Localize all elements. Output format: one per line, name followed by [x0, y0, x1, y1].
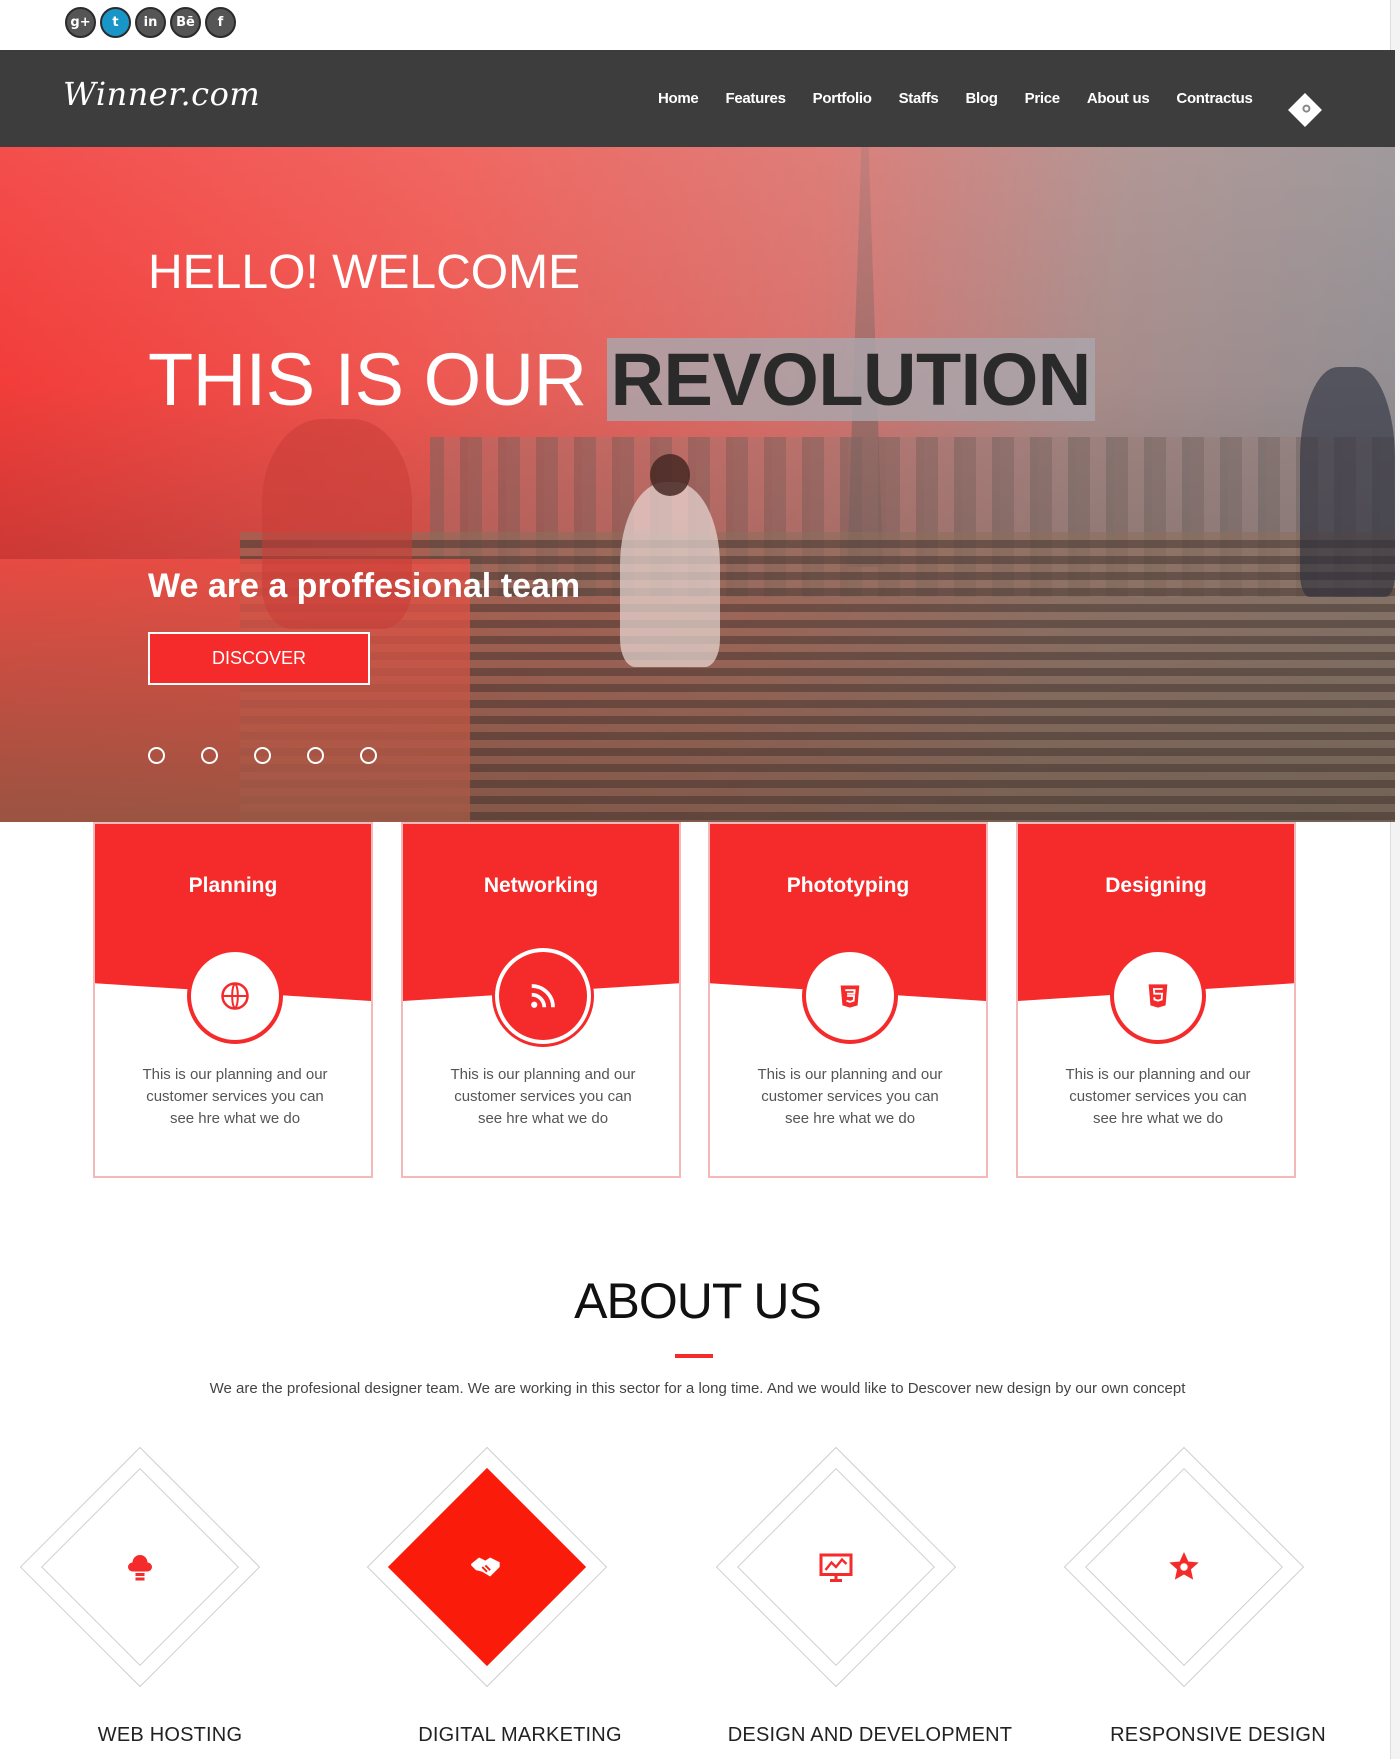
main-navbar: Winner.com Home Features Portfolio Staff… [0, 50, 1395, 147]
nav-features[interactable]: Features [725, 90, 785, 107]
search-button[interactable] [1288, 93, 1322, 127]
feature-title: Designing [1105, 874, 1207, 897]
service-label-design-development: DESIGN AND DEVELOPMENT [727, 1724, 1013, 1746]
service-design-development[interactable] [715, 1446, 957, 1688]
service-web-hosting[interactable] [19, 1446, 261, 1688]
feature-description: This is our planning and our customer se… [757, 1066, 943, 1127]
about-text: We are the profesional designer team. We… [209, 1380, 1186, 1397]
star-icon [1164, 1547, 1204, 1587]
feature-title: Phototyping [786, 874, 910, 897]
nav-price[interactable]: Price [1025, 90, 1061, 107]
social-bar: g+ t in Bē f [0, 0, 1390, 50]
service-label-web-hosting: WEB HOSTING [97, 1724, 243, 1746]
feature-title: Networking [483, 874, 599, 897]
hero-headline: THIS IS OUR REVOLUTION [148, 337, 1095, 422]
hero-slider: HELLO! WELCOME THIS IS OUR REVOLUTION We… [0, 147, 1395, 822]
service-label-responsive-design: RESPONSIVE DESIGN [1110, 1724, 1326, 1746]
nav-home[interactable]: Home [658, 90, 699, 107]
slider-dots [148, 747, 377, 764]
cloud-server-icon [120, 1547, 160, 1587]
slide-dot-4[interactable] [307, 747, 324, 764]
search-icon [1302, 104, 1311, 113]
service-responsive-design[interactable] [1063, 1446, 1305, 1688]
service-label-digital-marketing: DIGITAL MARKETING [418, 1724, 622, 1746]
site-logo[interactable]: Winner.com [63, 75, 260, 113]
service-digital-marketing[interactable] [366, 1446, 608, 1688]
hero-subline: We are a proffesional team [148, 567, 581, 605]
hero-greeting: HELLO! WELCOME [148, 246, 581, 299]
facebook-icon[interactable]: f [205, 7, 236, 38]
discover-button[interactable]: DISCOVER [148, 632, 370, 685]
feature-card-phototyping[interactable]: Phototyping This is our planning and our… [708, 822, 988, 1178]
hero-person-stairs [620, 454, 720, 667]
handshake-icon [467, 1547, 507, 1587]
nav-contact-us[interactable]: Contractus [1176, 90, 1252, 107]
behance-icon[interactable]: Bē [170, 7, 201, 38]
nav-staffs[interactable]: Staffs [899, 90, 939, 107]
monitor-chart-icon [816, 1547, 856, 1587]
main-menu: Home Features Portfolio Staffs Blog Pric… [658, 90, 1280, 107]
social-links: g+ t in Bē f [65, 7, 236, 38]
feature-card-designing[interactable]: Designing This is our planning and our c… [1016, 822, 1296, 1178]
feature-card-networking[interactable]: Networking This is our planning and our … [401, 822, 681, 1178]
css3-icon [802, 948, 898, 1044]
nav-portfolio[interactable]: Portfolio [813, 90, 872, 107]
twitter-icon[interactable]: t [100, 7, 131, 38]
slide-dot-5[interactable] [360, 747, 377, 764]
html5-icon [1110, 948, 1206, 1044]
hero-person-right [1300, 367, 1395, 597]
feature-description: This is our planning and our customer se… [1065, 1066, 1251, 1127]
rss-icon [495, 948, 591, 1044]
feature-title: Planning [188, 874, 278, 897]
about-divider [675, 1354, 713, 1358]
feature-description: This is our planning and our customer se… [450, 1066, 636, 1127]
globe-icon [187, 948, 283, 1044]
about-title: ABOUT US [574, 1273, 822, 1329]
slide-dot-3[interactable] [254, 747, 271, 764]
nav-about-us[interactable]: About us [1087, 90, 1150, 107]
slide-dot-2[interactable] [201, 747, 218, 764]
feature-description: This is our planning and our customer se… [142, 1066, 328, 1127]
slide-dot-1[interactable] [148, 747, 165, 764]
nav-blog[interactable]: Blog [965, 90, 997, 107]
linkedin-icon[interactable]: in [135, 7, 166, 38]
hero-headline-plain: THIS IS OUR [148, 338, 587, 421]
google-plus-icon[interactable]: g+ [65, 7, 96, 38]
feature-card-planning[interactable]: Planning This is our planning and our cu… [93, 822, 373, 1178]
hero-headline-highlight: REVOLUTION [606, 338, 1095, 421]
